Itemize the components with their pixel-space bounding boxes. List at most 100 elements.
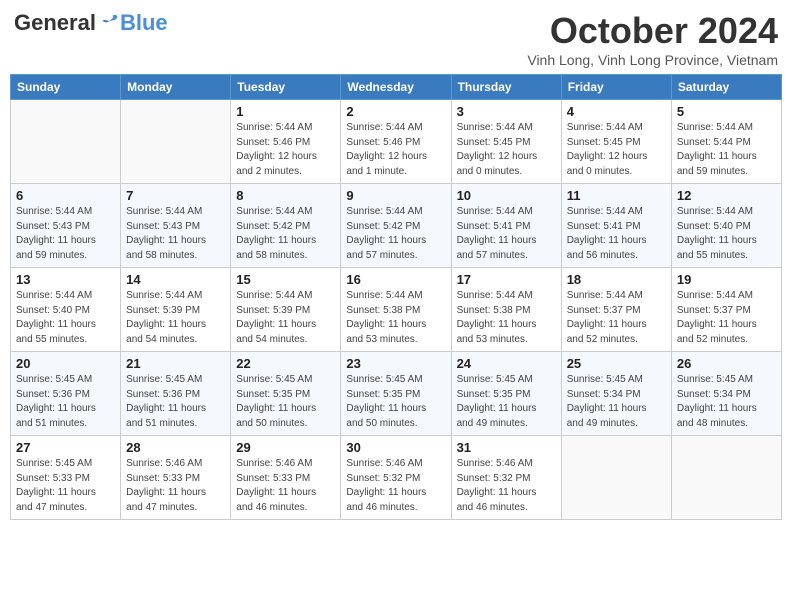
day-number: 13 (16, 272, 115, 287)
logo: General Blue (14, 10, 168, 36)
day-info: Sunrise: 5:44 AM Sunset: 5:46 PM Dayligh… (346, 121, 445, 179)
calendar-day-cell: 14Sunrise: 5:44 AM Sunset: 5:39 PM Dayli… (121, 268, 231, 352)
calendar-day-cell: 2 Sunrise: 5:44 AM Sunset: 5:46 PM Daylig… (341, 100, 451, 184)
calendar-day-cell: 7Sunrise: 5:44 AM Sunset: 5:43 PM Daylig… (121, 184, 231, 268)
day-number: 24 (457, 356, 556, 371)
calendar-day-cell: 30 Sunrise: 5:46 AM Sunset: 5:32 PM Dayli… (341, 436, 451, 520)
day-info: Sunrise: 5:46 AM Sunset: 5:33 PM Dayligh… (126, 457, 225, 515)
page-header: General Blue October 2024 Vinh Long, Vin… (10, 10, 782, 68)
day-number: 20 (16, 356, 115, 371)
day-number: 19 (677, 272, 776, 287)
day-info: Sunrise: 5:45 AM Sunset: 5:34 PM Dayligh… (677, 373, 776, 431)
calendar-day-cell: 18 Sunrise: 5:44 AM Sunset: 5:37 PM Dayli… (561, 268, 671, 352)
calendar-day-cell: 31 Sunrise: 5:46 AM Sunset: 5:32 PM Dayli… (451, 436, 561, 520)
day-number: 4 (567, 104, 666, 119)
day-number: 16 (346, 272, 445, 287)
day-info: Sunrise: 5:45 AM Sunset: 5:35 PM Dayligh… (346, 373, 445, 431)
day-of-week-header: Monday (121, 75, 231, 100)
day-number: 8 (236, 188, 335, 203)
calendar-day-cell: 24 Sunrise: 5:45 AM Sunset: 5:35 PM Dayli… (451, 352, 561, 436)
day-number: 2 (346, 104, 445, 119)
day-info: Sunrise: 5:44 AM Sunset: 5:40 PM Dayligh… (16, 289, 115, 347)
calendar-day-cell: 1 Sunrise: 5:44 AM Sunset: 5:46 PM Daylig… (231, 100, 341, 184)
calendar-day-cell: 21 Sunrise: 5:45 AM Sunset: 5:36 PM Dayli… (121, 352, 231, 436)
day-of-week-header: Tuesday (231, 75, 341, 100)
day-number: 9 (346, 188, 445, 203)
day-number: 18 (567, 272, 666, 287)
calendar-day-cell: 11 Sunrise: 5:44 AM Sunset: 5:41 PM Dayli… (561, 184, 671, 268)
calendar-day-cell: 28 Sunrise: 5:46 AM Sunset: 5:33 PM Dayli… (121, 436, 231, 520)
day-number: 6 (16, 188, 115, 203)
day-of-week-header: Saturday (671, 75, 781, 100)
calendar-day-cell: 19 Sunrise: 5:44 AM Sunset: 5:37 PM Dayli… (671, 268, 781, 352)
day-info: Sunrise: 5:45 AM Sunset: 5:36 PM Dayligh… (16, 373, 115, 431)
day-number: 26 (677, 356, 776, 371)
day-of-week-header: Thursday (451, 75, 561, 100)
calendar-day-cell (671, 436, 781, 520)
logo-bird-icon (98, 12, 120, 34)
day-number: 22 (236, 356, 335, 371)
calendar-day-cell: 20 Sunrise: 5:45 AM Sunset: 5:36 PM Dayli… (11, 352, 121, 436)
logo-blue-text: Blue (120, 10, 168, 36)
day-info: Sunrise: 5:46 AM Sunset: 5:33 PM Dayligh… (236, 457, 335, 515)
calendar-day-cell: 23Sunrise: 5:45 AM Sunset: 5:35 PM Dayli… (341, 352, 451, 436)
calendar-day-cell: 13 Sunrise: 5:44 AM Sunset: 5:40 PM Dayli… (11, 268, 121, 352)
calendar-week-row: 6Sunrise: 5:44 AM Sunset: 5:43 PM Daylig… (11, 184, 782, 268)
calendar-day-cell (11, 100, 121, 184)
calendar-day-cell: 5 Sunrise: 5:44 AM Sunset: 5:44 PM Daylig… (671, 100, 781, 184)
day-info: Sunrise: 5:44 AM Sunset: 5:45 PM Dayligh… (457, 121, 556, 179)
day-number: 29 (236, 440, 335, 455)
day-info: Sunrise: 5:44 AM Sunset: 5:41 PM Dayligh… (567, 205, 666, 263)
day-info: Sunrise: 5:44 AM Sunset: 5:39 PM Dayligh… (126, 289, 225, 347)
day-info: Sunrise: 5:45 AM Sunset: 5:35 PM Dayligh… (457, 373, 556, 431)
day-info: Sunrise: 5:44 AM Sunset: 5:37 PM Dayligh… (677, 289, 776, 347)
calendar-day-cell: 12 Sunrise: 5:44 AM Sunset: 5:40 PM Dayli… (671, 184, 781, 268)
title-block: October 2024 Vinh Long, Vinh Long Provin… (527, 10, 778, 68)
calendar-week-row: 13 Sunrise: 5:44 AM Sunset: 5:40 PM Dayli… (11, 268, 782, 352)
calendar-table: SundayMondayTuesdayWednesdayThursdayFrid… (10, 74, 782, 520)
day-info: Sunrise: 5:46 AM Sunset: 5:32 PM Dayligh… (346, 457, 445, 515)
day-number: 12 (677, 188, 776, 203)
calendar-week-row: 20 Sunrise: 5:45 AM Sunset: 5:36 PM Dayli… (11, 352, 782, 436)
calendar-day-cell: 25Sunrise: 5:45 AM Sunset: 5:34 PM Dayli… (561, 352, 671, 436)
calendar-day-cell: 9 Sunrise: 5:44 AM Sunset: 5:42 PM Daylig… (341, 184, 451, 268)
calendar-day-cell: 29 Sunrise: 5:46 AM Sunset: 5:33 PM Dayli… (231, 436, 341, 520)
day-number: 15 (236, 272, 335, 287)
calendar-day-cell: 15Sunrise: 5:44 AM Sunset: 5:39 PM Dayli… (231, 268, 341, 352)
month-title: October 2024 (527, 10, 778, 52)
day-of-week-header: Sunday (11, 75, 121, 100)
day-info: Sunrise: 5:45 AM Sunset: 5:36 PM Dayligh… (126, 373, 225, 431)
day-info: Sunrise: 5:44 AM Sunset: 5:44 PM Dayligh… (677, 121, 776, 179)
day-info: Sunrise: 5:45 AM Sunset: 5:33 PM Dayligh… (16, 457, 115, 515)
day-info: Sunrise: 5:46 AM Sunset: 5:32 PM Dayligh… (457, 457, 556, 515)
day-number: 27 (16, 440, 115, 455)
calendar-day-cell: 16Sunrise: 5:44 AM Sunset: 5:38 PM Dayli… (341, 268, 451, 352)
calendar-week-row: 27 Sunrise: 5:45 AM Sunset: 5:33 PM Dayli… (11, 436, 782, 520)
calendar-day-cell: 27 Sunrise: 5:45 AM Sunset: 5:33 PM Dayli… (11, 436, 121, 520)
day-number: 17 (457, 272, 556, 287)
day-number: 11 (567, 188, 666, 203)
calendar-day-cell: 26 Sunrise: 5:45 AM Sunset: 5:34 PM Dayli… (671, 352, 781, 436)
day-number: 31 (457, 440, 556, 455)
day-number: 28 (126, 440, 225, 455)
day-info: Sunrise: 5:45 AM Sunset: 5:34 PM Dayligh… (567, 373, 666, 431)
day-number: 5 (677, 104, 776, 119)
calendar-day-cell (561, 436, 671, 520)
day-info: Sunrise: 5:44 AM Sunset: 5:42 PM Dayligh… (236, 205, 335, 263)
day-info: Sunrise: 5:44 AM Sunset: 5:46 PM Dayligh… (236, 121, 335, 179)
day-number: 3 (457, 104, 556, 119)
day-info: Sunrise: 5:44 AM Sunset: 5:41 PM Dayligh… (457, 205, 556, 263)
calendar-header-row: SundayMondayTuesdayWednesdayThursdayFrid… (11, 75, 782, 100)
day-info: Sunrise: 5:44 AM Sunset: 5:40 PM Dayligh… (677, 205, 776, 263)
calendar-day-cell: 6Sunrise: 5:44 AM Sunset: 5:43 PM Daylig… (11, 184, 121, 268)
location: Vinh Long, Vinh Long Province, Vietnam (527, 52, 778, 68)
day-info: Sunrise: 5:44 AM Sunset: 5:37 PM Dayligh… (567, 289, 666, 347)
day-number: 30 (346, 440, 445, 455)
day-info: Sunrise: 5:44 AM Sunset: 5:45 PM Dayligh… (567, 121, 666, 179)
day-number: 21 (126, 356, 225, 371)
day-info: Sunrise: 5:44 AM Sunset: 5:38 PM Dayligh… (457, 289, 556, 347)
day-info: Sunrise: 5:44 AM Sunset: 5:42 PM Dayligh… (346, 205, 445, 263)
day-number: 1 (236, 104, 335, 119)
calendar-day-cell: 4 Sunrise: 5:44 AM Sunset: 5:45 PM Daylig… (561, 100, 671, 184)
day-number: 10 (457, 188, 556, 203)
